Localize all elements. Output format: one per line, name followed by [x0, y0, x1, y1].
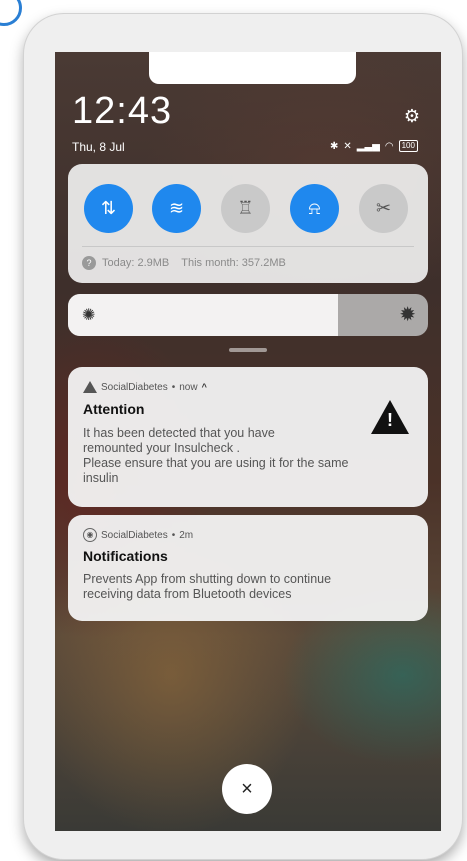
- notification-header: SocialDiabetes • now ^: [83, 381, 207, 393]
- qs-divider: [82, 246, 414, 247]
- drag-handle[interactable]: [229, 348, 267, 352]
- data-month: This month: 357.2MB: [181, 257, 286, 269]
- notification-title: Notifications: [83, 548, 168, 564]
- clock: 12:43: [72, 90, 173, 132]
- date: Thu, 8 Jul: [72, 140, 125, 154]
- wifi-toggle[interactable]: ≋: [152, 184, 201, 233]
- help-icon: ?: [82, 256, 96, 270]
- gear-icon[interactable]: ⚙: [401, 105, 423, 127]
- flashlight-icon: ♖: [237, 198, 254, 218]
- warning-large-icon: [371, 400, 409, 434]
- mobile-data-icon: ⇅: [100, 198, 117, 218]
- notch: [149, 52, 356, 84]
- close-button[interactable]: ×: [222, 764, 272, 814]
- screenshot-toggle[interactable]: ✂: [359, 184, 408, 233]
- warning-icon: [83, 381, 97, 393]
- notification-body: It has been detected that you have remou…: [83, 426, 349, 485]
- collapse-caret-icon[interactable]: ^: [202, 382, 207, 392]
- dnd-toggle[interactable]: ⍾: [290, 184, 339, 233]
- flashlight-toggle[interactable]: ♖: [221, 184, 270, 233]
- quick-settings-panel: ⇅ ≋ ♖ ⍾ ✂ ? Today: 2.9MB This month: 357…: [68, 164, 428, 283]
- signal-icon: ▂▃▅: [356, 140, 380, 152]
- notification-header: ◉ SocialDiabetes • 2m: [83, 528, 193, 542]
- brightness-fill: [68, 294, 338, 336]
- notification-body: Prevents App from shutting down to conti…: [83, 572, 332, 601]
- app-icon: ◉: [83, 528, 97, 542]
- scissors-icon: ✂: [375, 198, 392, 218]
- mobile-data-toggle[interactable]: ⇅: [84, 184, 133, 233]
- notification-background[interactable]: ◉ SocialDiabetes • 2m Notifications Prev…: [68, 515, 428, 621]
- app-name: SocialDiabetes: [101, 529, 168, 541]
- wifi-status-icon: ◠: [384, 140, 394, 152]
- phone-screen: 12:43 Thu, 8 Jul ⚙ ✱ ✕ ▂▃▅ ◠ 100 ⇅ ≋ ♖ ⍾…: [55, 52, 441, 831]
- notification-attention[interactable]: SocialDiabetes • now ^ Attention It has …: [68, 367, 428, 507]
- brightness-high-icon: ✹: [399, 304, 416, 326]
- status-icons: ✱ ✕ ▂▃▅ ◠ 100: [330, 140, 418, 152]
- notification-title: Attention: [83, 401, 145, 417]
- data-today: Today: 2.9MB: [102, 257, 170, 269]
- corner-badge: [0, 0, 22, 26]
- silent-bell-icon: ⍾: [308, 198, 321, 218]
- brightness-low-icon: ✺: [82, 307, 96, 324]
- notification-time: 2m: [179, 529, 194, 541]
- notification-time: now: [179, 381, 198, 393]
- bluetooth-icon: ✱: [330, 140, 339, 152]
- app-name: SocialDiabetes: [101, 381, 168, 393]
- wifi-icon: ≋: [168, 198, 185, 218]
- brightness-slider[interactable]: ✺ ✹: [68, 294, 428, 336]
- battery-icon: 100: [398, 140, 418, 152]
- silent-icon: ✕: [343, 140, 352, 152]
- data-usage: ? Today: 2.9MB This month: 357.2MB: [82, 256, 286, 270]
